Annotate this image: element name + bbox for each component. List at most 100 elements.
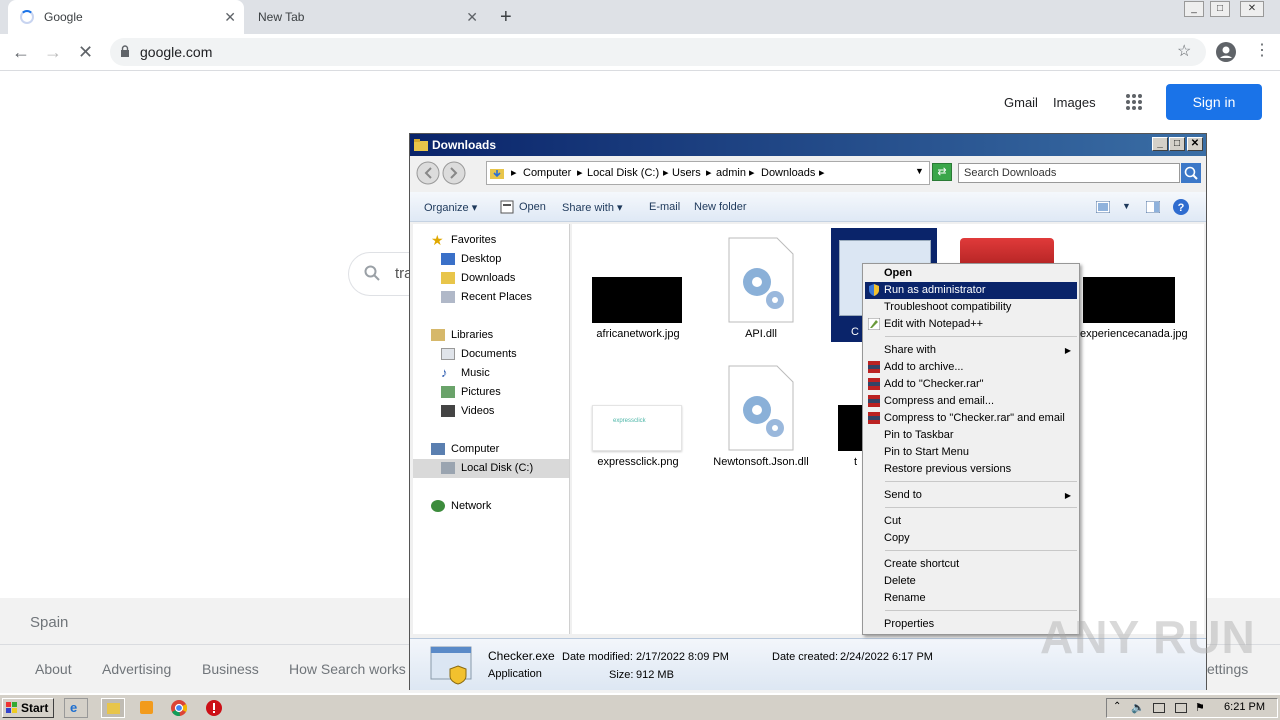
network-tray-icon[interactable] — [1153, 703, 1165, 713]
close-window-button[interactable]: ✕ — [1240, 1, 1264, 17]
apps-grid-icon[interactable] — [1126, 94, 1142, 110]
open-button[interactable]: Open — [519, 201, 546, 213]
footer-link-advertising[interactable]: Advertising — [102, 661, 171, 677]
help-icon[interactable]: ? — [1173, 199, 1189, 215]
close-tab-icon[interactable]: ✕ — [466, 9, 478, 26]
menu-item-restore-versions[interactable]: Restore previous versions — [865, 461, 1077, 478]
file-name[interactable]: africanetwork.jpg — [588, 328, 688, 340]
menu-item-open[interactable]: Open — [865, 265, 1077, 282]
images-link[interactable]: Images — [1053, 95, 1096, 110]
tab-google[interactable]: Google ✕ — [8, 0, 244, 34]
file-name[interactable]: t — [854, 456, 857, 468]
menu-item-add-to-archive[interactable]: Add to archive... — [865, 359, 1077, 376]
search-icon[interactable] — [1181, 163, 1201, 183]
dll-gear-icon[interactable] — [727, 364, 795, 452]
start-button[interactable]: Start — [2, 698, 54, 718]
view-dropdown-icon[interactable]: ▼ — [1122, 201, 1131, 211]
ie-taskbar-icon[interactable]: e — [64, 698, 88, 718]
explorer-minimize-button[interactable]: _ — [1152, 137, 1168, 151]
menu-item-rename[interactable]: Rename — [865, 590, 1077, 607]
nav-pictures[interactable]: Pictures — [441, 383, 501, 402]
footer-link-how-search-works[interactable]: How Search works — [289, 661, 406, 677]
file-name[interactable]: API.dll — [711, 328, 811, 340]
file-name[interactable]: expressclick.png — [588, 456, 688, 468]
nav-music[interactable]: ♪ Music — [441, 364, 490, 383]
gmail-link[interactable]: Gmail — [1004, 95, 1038, 110]
nav-local-disk[interactable]: Local Disk (C:) — [413, 459, 569, 478]
image-thumbnail[interactable] — [838, 405, 864, 451]
breadcrumb-item[interactable]: Downloads — [761, 167, 815, 179]
history-dropdown-icon[interactable]: ▼ — [915, 166, 924, 176]
display-tray-icon[interactable] — [1175, 703, 1187, 713]
nav-computer[interactable]: Computer — [431, 440, 499, 459]
volume-icon[interactable]: 🔈 — [1131, 701, 1145, 714]
nav-recent-places[interactable]: Recent Places — [441, 288, 532, 307]
menu-item-share-with[interactable]: Share with ▶ — [865, 342, 1077, 359]
nav-libraries[interactable]: Libraries — [431, 326, 493, 345]
file-name[interactable]: Newtonsoft.Json.dll — [711, 456, 811, 469]
new-tab-button[interactable]: + — [500, 6, 512, 29]
chrome-taskbar-icon[interactable] — [171, 700, 187, 716]
image-thumbnail[interactable] — [1083, 277, 1175, 323]
menu-item-copy[interactable]: Copy — [865, 530, 1077, 547]
nav-desktop[interactable]: Desktop — [441, 250, 501, 269]
breadcrumb[interactable]: ▸ Computer ▸ Local Disk (C:) ▸ Users ▸ a… — [486, 161, 930, 185]
menu-item-delete[interactable]: Delete — [865, 573, 1077, 590]
media-player-taskbar-icon[interactable] — [136, 698, 158, 718]
email-button[interactable]: E-mail — [649, 201, 680, 213]
menu-item-send-to[interactable]: Send to ▶ — [865, 487, 1077, 504]
sign-in-button[interactable]: Sign in — [1166, 84, 1262, 120]
back-forward-buttons-icon[interactable] — [416, 161, 468, 185]
explorer-search-input[interactable]: Search Downloads — [958, 163, 1180, 183]
show-hidden-icons-icon[interactable]: ⌃ — [1113, 701, 1121, 712]
stop-loading-icon[interactable]: ✕ — [78, 42, 93, 63]
menu-item-pin-taskbar[interactable]: Pin to Taskbar — [865, 427, 1077, 444]
nav-documents[interactable]: Documents — [441, 345, 517, 364]
close-tab-icon[interactable]: ✕ — [224, 9, 236, 26]
menu-item-compress-checker-email[interactable]: Compress to "Checker.rar" and email — [865, 410, 1077, 427]
menu-item-create-shortcut[interactable]: Create shortcut — [865, 556, 1077, 573]
menu-item-compress-email[interactable]: Compress and email... — [865, 393, 1077, 410]
tab-new-tab[interactable]: New Tab ✕ — [246, 0, 486, 34]
opera-taskbar-icon[interactable] — [206, 700, 222, 716]
menu-item-edit-notepadpp[interactable]: Edit with Notepad++ — [865, 316, 1077, 333]
breadcrumb-item[interactable]: admin — [716, 167, 746, 179]
view-options-icon[interactable] — [1096, 201, 1110, 213]
flag-icon[interactable]: ⚑ — [1195, 701, 1205, 714]
footer-link-about[interactable]: About — [35, 661, 72, 677]
refresh-icon[interactable]: ⇄ — [932, 163, 952, 181]
nav-network[interactable]: Network — [431, 497, 491, 516]
image-thumbnail[interactable]: expressclick — [592, 405, 682, 451]
minimize-window-button[interactable]: _ — [1184, 1, 1204, 17]
clock[interactable]: 6:21 PM — [1224, 701, 1265, 713]
profile-avatar-icon[interactable] — [1216, 42, 1236, 62]
organize-button[interactable]: Organize ▾ — [424, 201, 477, 214]
breadcrumb-item[interactable]: Local Disk (C:) — [587, 167, 659, 179]
bookmark-star-icon[interactable]: ☆ — [1177, 41, 1191, 61]
menu-item-pin-start-menu[interactable]: Pin to Start Menu — [865, 444, 1077, 461]
share-with-button[interactable]: Share with ▾ — [562, 201, 623, 214]
preview-pane-icon[interactable] — [1146, 201, 1160, 213]
address-bar[interactable]: google.com — [110, 38, 1206, 66]
explorer-maximize-button[interactable]: □ — [1169, 137, 1185, 151]
file-name[interactable]: experiencecanada.jpg — [1080, 328, 1188, 341]
menu-item-run-as-administrator[interactable]: Run as administrator — [865, 282, 1077, 299]
nav-downloads[interactable]: Downloads — [441, 269, 515, 288]
new-folder-button[interactable]: New folder — [694, 201, 747, 213]
dll-gear-icon[interactable] — [727, 236, 795, 324]
breadcrumb-item[interactable]: Users — [672, 167, 701, 179]
forward-arrow-icon[interactable]: → — [44, 42, 62, 63]
back-arrow-icon[interactable]: ← — [12, 42, 30, 63]
menu-kebab-icon[interactable]: ⋮ — [1254, 40, 1270, 60]
explorer-close-button[interactable]: ✕ — [1187, 137, 1203, 151]
image-thumbnail[interactable] — [592, 277, 682, 323]
menu-item-cut[interactable]: Cut — [865, 513, 1077, 530]
menu-item-troubleshoot[interactable]: Troubleshoot compatibility — [865, 299, 1077, 316]
explorer-taskbar-icon[interactable] — [101, 698, 125, 718]
nav-videos[interactable]: Videos — [441, 402, 494, 421]
footer-link-business[interactable]: Business — [202, 661, 259, 677]
nav-favorites[interactable]: ★ Favorites — [431, 231, 496, 250]
menu-item-add-to-checker-rar[interactable]: Add to "Checker.rar" — [865, 376, 1077, 393]
breadcrumb-item[interactable]: Computer — [523, 167, 571, 179]
restore-window-button[interactable]: □ — [1210, 1, 1230, 17]
